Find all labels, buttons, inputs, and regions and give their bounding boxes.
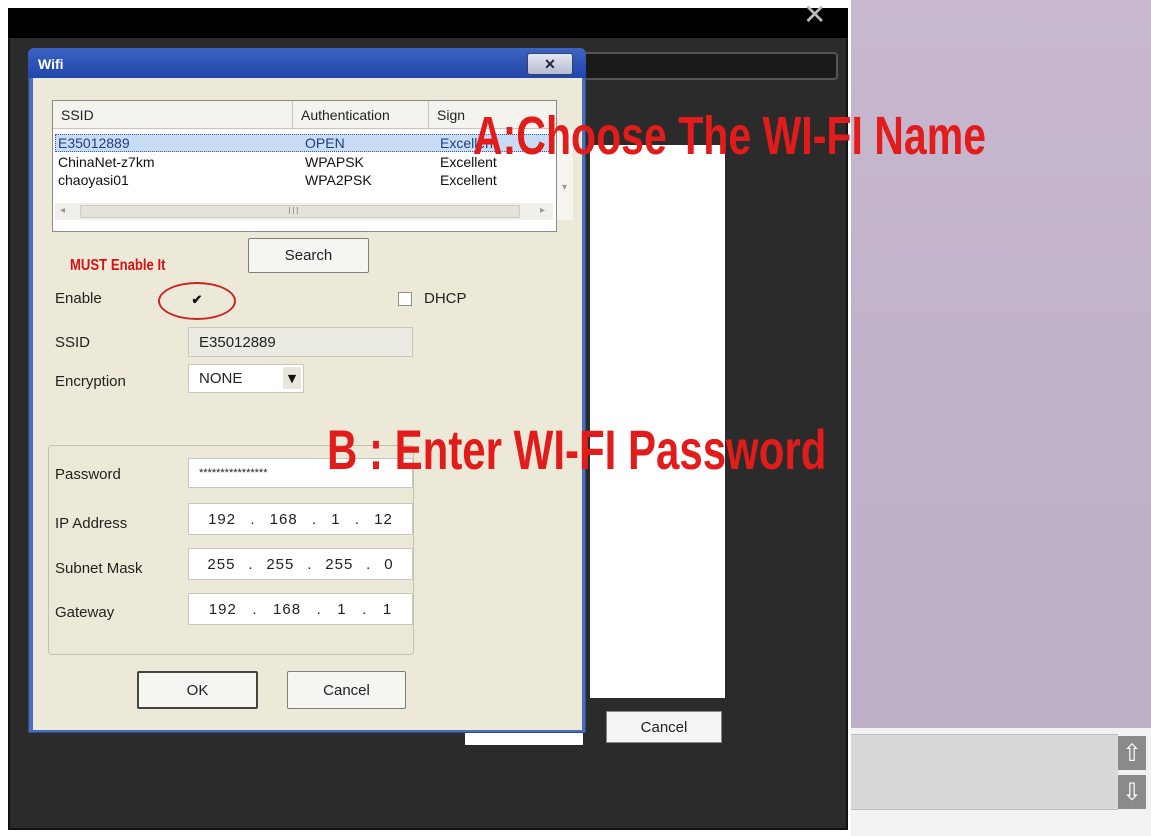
dialog-titlebar[interactable]: [28, 48, 586, 78]
subnet-mask-label: Subnet Mask: [55, 560, 143, 577]
scrollbar-thumb[interactable]: [80, 205, 520, 218]
ip-octet: 192: [208, 600, 237, 618]
ip-octet: 1: [331, 510, 341, 528]
scrollbar-grip: III: [288, 206, 300, 217]
password-label: Password: [55, 466, 121, 483]
gateway-field[interactable]: 192. 168. 1. 1: [188, 593, 413, 625]
must-enable-note: MUST Enable It: [70, 257, 166, 274]
ip-octet: 192: [208, 510, 237, 528]
scroll-left-icon[interactable]: ◂: [60, 205, 65, 216]
annotation-enter-password: B : Enter WI-FI Password: [327, 418, 827, 481]
scroll-up-icon[interactable]: ⇧: [1118, 736, 1146, 770]
list-row-signal[interactable]: Excellent: [440, 172, 497, 189]
background-titlebar: [8, 8, 848, 38]
scroll-down-small-icon[interactable]: ▾: [562, 182, 567, 193]
background-bar: [582, 52, 838, 80]
ip-address-field[interactable]: 192. 168. 1. 12: [188, 503, 413, 535]
ssid-field[interactable]: E35012889: [188, 327, 413, 357]
list-row-ssid[interactable]: E35012889: [58, 135, 130, 152]
dhcp-label: DHCP: [424, 290, 467, 307]
ip-octet: 168: [273, 600, 302, 618]
ok-button[interactable]: OK: [137, 671, 258, 709]
background-cancel-button[interactable]: Cancel: [606, 711, 722, 743]
column-header-authentication[interactable]: Authentication: [293, 101, 429, 129]
ip-octet: 255: [325, 555, 354, 573]
list-row-auth[interactable]: OPEN: [305, 135, 345, 152]
ip-octet: 1: [337, 600, 347, 618]
scroll-down-icon[interactable]: ⇩: [1118, 775, 1146, 809]
enable-highlight-circle: [158, 282, 236, 320]
ip-octet: 12: [374, 510, 393, 528]
ip-octet: 168: [269, 510, 298, 528]
cancel-button[interactable]: Cancel: [287, 671, 406, 709]
background-white-strip: [465, 733, 583, 745]
list-row-auth[interactable]: WPA2PSK: [305, 172, 372, 189]
list-row-ssid[interactable]: ChinaNet-z7km: [58, 154, 154, 171]
close-icon: ✕: [544, 55, 556, 72]
list-row-auth[interactable]: WPAPSK: [305, 154, 364, 171]
background-close-icon[interactable]: ✕: [803, 0, 826, 30]
ip-octet: 0: [384, 555, 394, 573]
chevron-down-icon[interactable]: ▼: [283, 367, 301, 389]
gateway-label: Gateway: [55, 604, 115, 621]
search-button[interactable]: Search: [248, 238, 369, 273]
column-header-ssid[interactable]: SSID: [53, 101, 293, 129]
ssid-label: SSID: [55, 334, 91, 351]
ip-octet: 255: [207, 555, 236, 573]
scroll-right-icon[interactable]: ▸: [540, 205, 545, 216]
dialog-close-button[interactable]: ✕: [527, 53, 573, 75]
encryption-value: NONE: [199, 370, 243, 387]
enable-label: Enable: [55, 290, 102, 307]
dialog-title: Wifi: [38, 56, 64, 72]
subnet-mask-field[interactable]: 255. 255. 255. 0: [188, 548, 413, 580]
ip-octet: 255: [266, 555, 295, 573]
annotation-choose-wifi: A:Choose The WI-FI Name: [473, 106, 987, 166]
ip-octet: 1: [382, 600, 393, 618]
list-row-ssid[interactable]: chaoyasi01: [58, 172, 129, 189]
ip-address-label: IP Address: [55, 515, 128, 532]
right-scroll-area: [851, 734, 1118, 810]
dhcp-checkbox[interactable]: [398, 292, 412, 306]
encryption-label: Encryption: [55, 373, 126, 390]
